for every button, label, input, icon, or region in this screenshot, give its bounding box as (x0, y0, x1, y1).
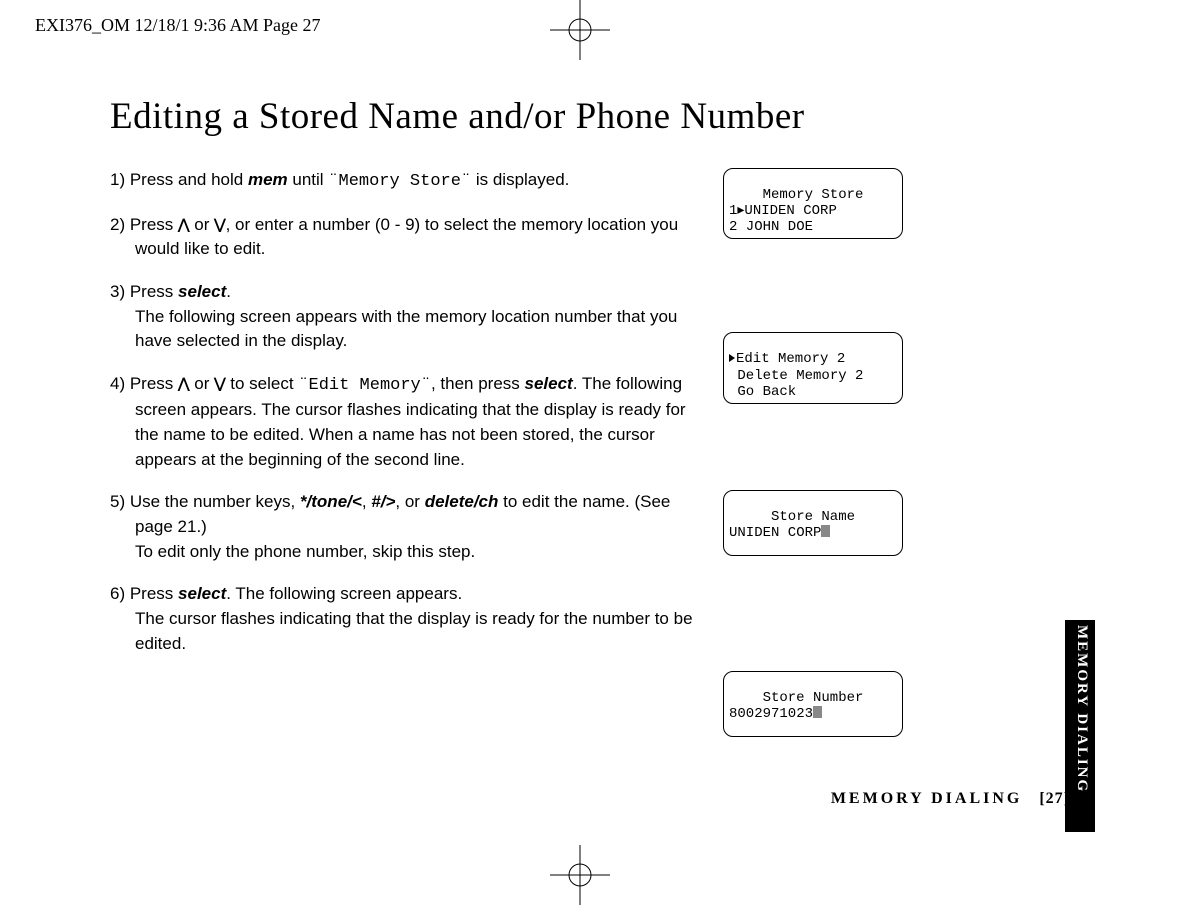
page-number: 27 (1046, 790, 1064, 807)
lcd-line: Delete Memory 2 (729, 368, 863, 384)
print-header-meta: EXI376_OM 12/18/1 9:36 AM Page 27 (35, 15, 321, 36)
lcd-title: Store Number (729, 690, 897, 706)
text: 2) Press (110, 215, 178, 234)
key-select: select (178, 282, 226, 301)
text: 8002971023 (729, 706, 813, 722)
lcd-line: UNIDEN CORP (729, 525, 830, 541)
lcd-screen-3: Store NameUNIDEN CORP (723, 490, 903, 556)
steps-column: 1) Press and hold mem until ¨Memory Stor… (110, 168, 705, 674)
lcd-title: Memory Store (729, 187, 897, 203)
text: To edit only the phone number, skip this… (110, 540, 705, 565)
page-title: Editing a Stored Name and/or Phone Numbe… (110, 95, 1070, 138)
less-than-icon: < (352, 492, 362, 511)
text: , then press (431, 374, 525, 393)
text: 3) Press (110, 282, 178, 301)
text: . The following screen appears. (226, 584, 462, 603)
down-arrow-icon: ⋁ (214, 216, 225, 232)
text: . (226, 282, 231, 301)
step-4: 4) Press ⋀ or ⋁ to select ¨Edit Memory¨,… (110, 372, 705, 473)
text: Edit Memory 2 (736, 351, 845, 367)
lcd-line: 8002971023 (729, 706, 822, 722)
lcd-line: 2 JOHN DOE (729, 219, 813, 235)
lcd-line: Edit Memory 2 (729, 351, 845, 367)
key-select: select (178, 584, 226, 603)
cursor-triangle-icon (729, 354, 735, 362)
key-star-tone: */tone/ (300, 492, 352, 511)
up-arrow-icon: ⋀ (178, 375, 189, 391)
bracket-close: ] (1064, 790, 1070, 807)
content-row: 1) Press and hold mem until ¨Memory Stor… (110, 168, 1070, 737)
lcd-column: Memory Store1▸UNIDEN CORP 2 JOHN DOE Edi… (723, 168, 903, 737)
text: until (288, 170, 329, 189)
cursor-block-icon (813, 706, 822, 718)
text: to select (226, 374, 299, 393)
registration-mark-top (550, 0, 610, 60)
text: 4) Press (110, 374, 178, 393)
step-3: 3) Press select. The following screen ap… (110, 280, 705, 354)
key-mem: mem (248, 170, 288, 189)
lcd-text: ¨Edit Memory¨ (298, 376, 431, 395)
key-delete-ch: delete/ch (425, 492, 499, 511)
text: is displayed. (471, 170, 569, 189)
text: UNIDEN CORP (729, 525, 821, 541)
lcd-line: 1▸UNIDEN CORP (729, 203, 837, 219)
step-6: 6) Press select. The following screen ap… (110, 582, 705, 656)
page-footer: MEMORY DIALING [27] (110, 790, 1070, 808)
text: 1) Press and hold (110, 170, 248, 189)
footer-section: MEMORY DIALING (831, 790, 1023, 807)
text: or (190, 215, 215, 234)
cursor-block-icon (821, 525, 830, 537)
lcd-title: Store Name (729, 509, 897, 525)
footer-page: [27] (1039, 790, 1070, 807)
step-2: 2) Press ⋀ or ⋁, or enter a number (0 - … (110, 213, 705, 262)
text: The cursor flashes indicating that the d… (110, 607, 705, 656)
registration-mark-bottom (550, 845, 610, 905)
lcd-screen-4: Store Number8002971023 (723, 671, 903, 737)
text: or (190, 374, 215, 393)
text: The following screen appears with the me… (110, 305, 705, 354)
key-select: select (525, 374, 573, 393)
step-1: 1) Press and hold mem until ¨Memory Stor… (110, 168, 705, 195)
text: 6) Press (110, 584, 178, 603)
text: 5) Use the number keys, (110, 492, 300, 511)
up-arrow-icon: ⋀ (178, 216, 189, 232)
side-tab-label: MEMORY DIALING (1073, 625, 1090, 793)
step-5: 5) Use the number keys, */tone/<, #/>, o… (110, 490, 705, 564)
lcd-screen-2: Edit Memory 2 Delete Memory 2 Go Back (723, 332, 903, 403)
lcd-line: Go Back (729, 384, 796, 400)
key-hash: #/ (371, 492, 385, 511)
text: , (362, 492, 371, 511)
text: , or (395, 492, 424, 511)
down-arrow-icon: ⋁ (214, 375, 225, 391)
lcd-text: ¨Memory Store¨ (328, 172, 471, 191)
page-content: Editing a Stored Name and/or Phone Numbe… (110, 95, 1070, 737)
lcd-screen-1: Memory Store1▸UNIDEN CORP 2 JOHN DOE (723, 168, 903, 239)
greater-than-icon: > (385, 492, 395, 511)
